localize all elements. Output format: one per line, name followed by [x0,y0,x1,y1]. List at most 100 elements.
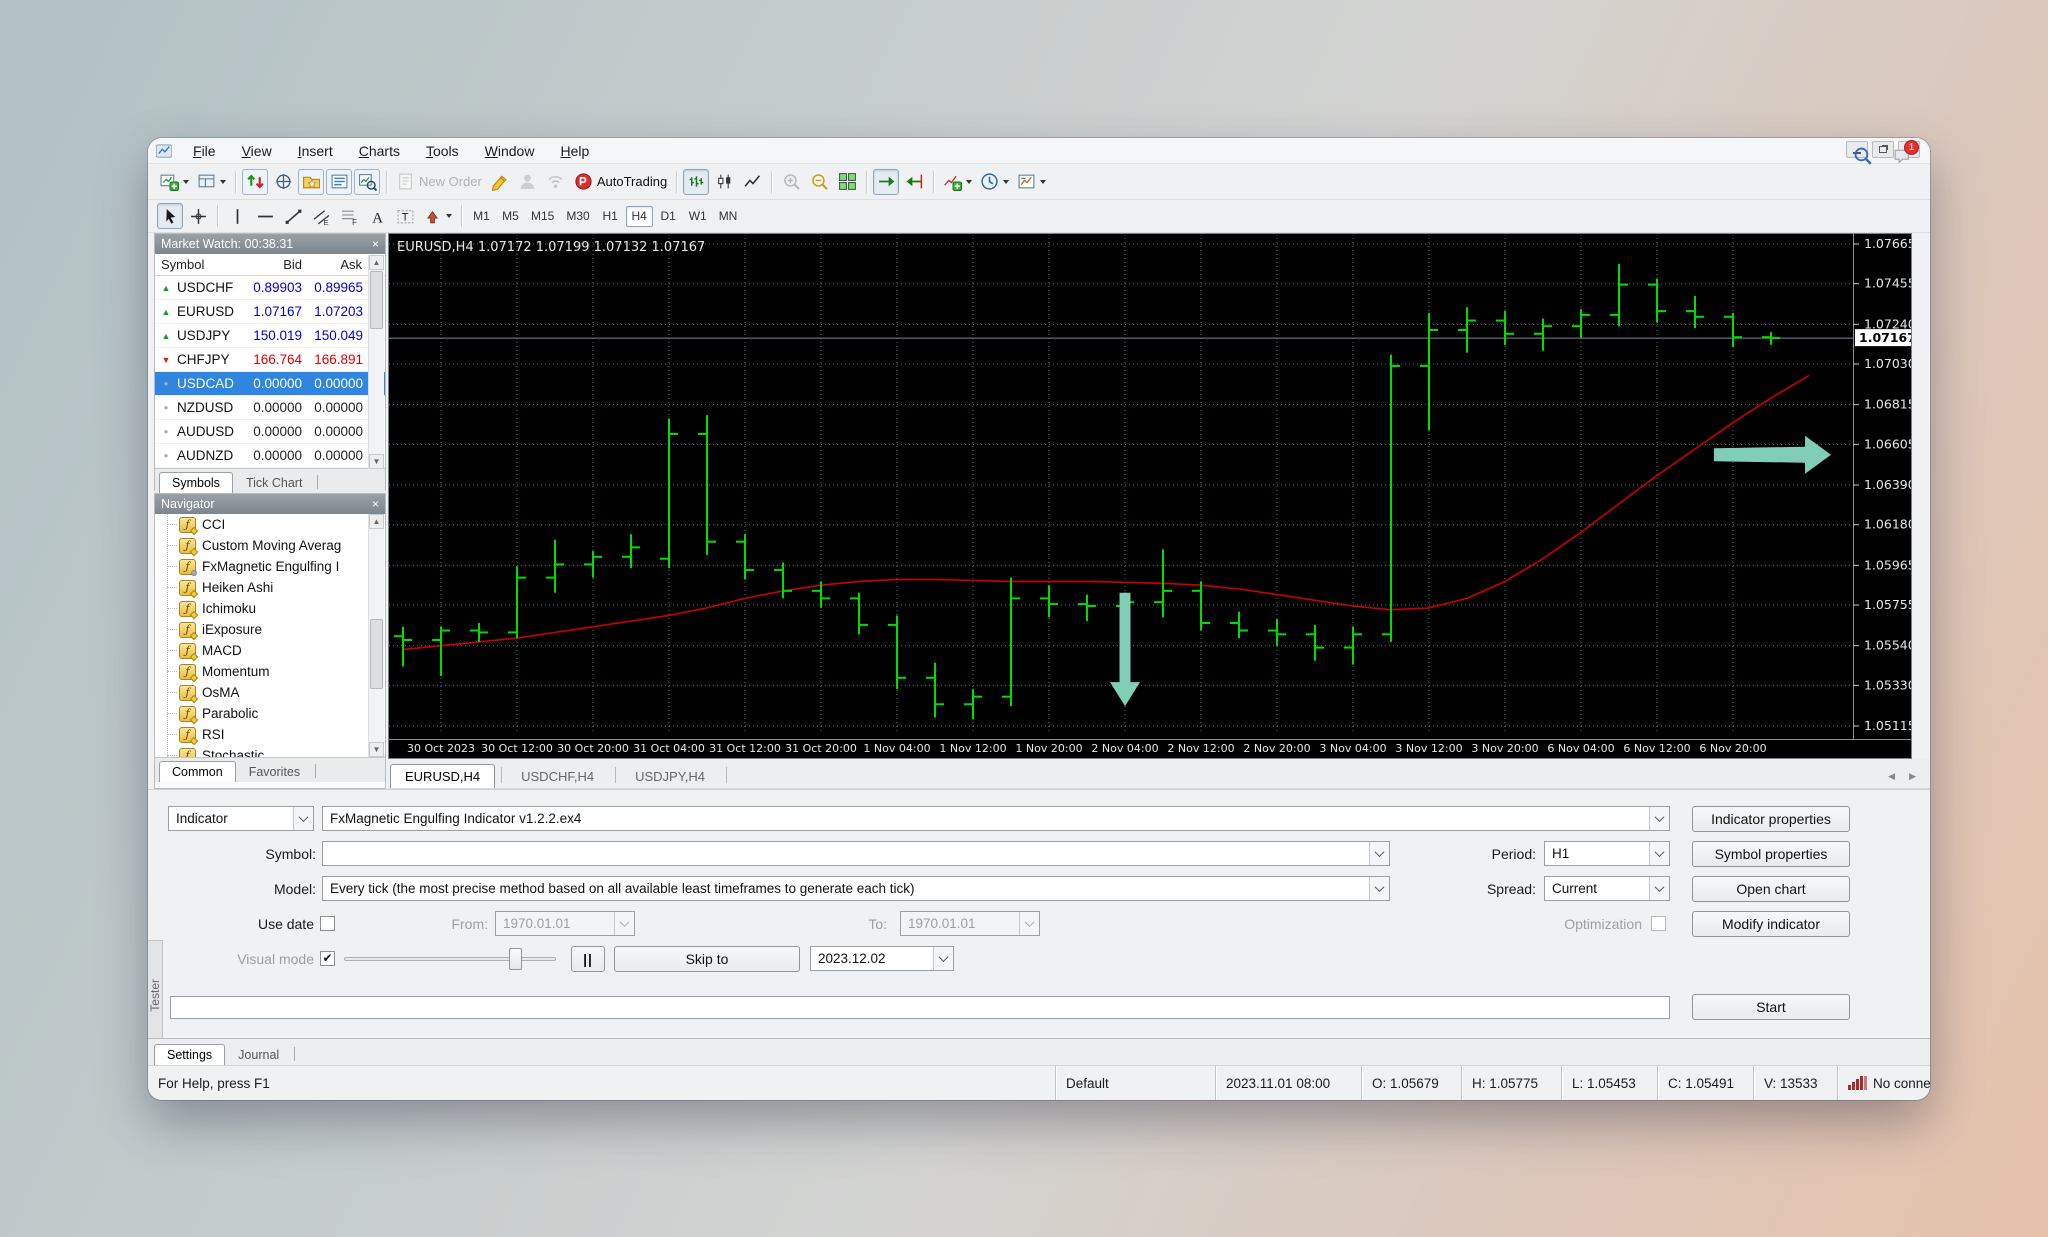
navigator-item-macd[interactable]: ƒMACD [155,640,385,661]
chevron-down-icon[interactable] [1649,842,1669,865]
tab-symbols[interactable]: Symbols [159,472,233,493]
chevron-down-icon[interactable] [1369,842,1389,865]
period-button-m30[interactable]: M30 [561,206,594,227]
period-button-h1[interactable]: H1 [597,206,624,227]
menu-file[interactable]: File [180,140,229,162]
menu-tools[interactable]: Tools [413,140,472,162]
equidistant-channel-button[interactable]: E [308,203,334,229]
arrows-button[interactable] [420,203,455,229]
visual-speed-slider[interactable] [344,946,556,972]
autotrading-button[interactable]: AutoTrading [571,169,670,195]
chevron-down-icon[interactable] [933,947,953,970]
scrollbar-thumb[interactable] [370,271,383,329]
metaeditor-button[interactable] [487,169,513,195]
zoom-out-button[interactable] [806,169,832,195]
tab-scroll-right-icon[interactable]: ▶ [1909,771,1916,782]
skip-to-button[interactable]: Skip to [614,946,800,972]
period-button-m5[interactable]: M5 [497,206,524,227]
visual-mode-checkbox[interactable]: ✔ [320,951,335,966]
data-window-button[interactable] [270,169,296,195]
fibonacci-button[interactable]: F [336,203,362,229]
chart-tab-usdjpy-h4[interactable]: USDJPY,H4 [620,764,720,788]
indicators-button[interactable] [940,169,975,195]
symbol-row-audnzd[interactable]: ●AUDNZD0.000000.00000 [155,444,385,468]
symbol-properties-button[interactable]: Symbol properties [1692,841,1850,867]
symbol-row-nzdusd[interactable]: ●NZDUSD0.000000.00000 [155,396,385,420]
chart-tab-usdchf-h4[interactable]: USDCHF,H4 [506,764,609,788]
auto-scroll-button[interactable] [873,169,899,195]
tester-side-tab[interactable]: Tester [148,940,163,1050]
symbol-row-usdcad[interactable]: ●USDCAD0.000000.00000 [155,372,385,396]
dropdown-caret-icon[interactable] [1040,180,1046,184]
chart-canvas[interactable]: 1.076651.074551.072401.070301.068151.066… [389,234,1911,758]
symbol-row-usdchf[interactable]: ▲USDCHF0.899030.89965 [155,276,385,300]
notifications-button[interactable]: 1 [1889,142,1915,168]
trendline-button[interactable] [280,203,306,229]
terminal-button[interactable] [326,169,352,195]
close-icon[interactable]: × [372,237,379,251]
templates-button[interactable] [1014,169,1049,195]
scroll-down-icon[interactable]: ▼ [369,454,384,469]
period-button-mn[interactable]: MN [714,206,743,227]
start-button[interactable]: Start [1692,994,1850,1020]
slider-thumb[interactable] [509,948,522,970]
symbol-row-eurusd[interactable]: ▲EURUSD1.071671.07203 [155,300,385,324]
dropdown-caret-icon[interactable] [183,180,189,184]
scrollbar-thumb[interactable] [370,619,383,689]
period-select[interactable]: H1 [1544,841,1670,866]
candlestick-chart-button[interactable] [711,169,737,195]
navigator-item-osma[interactable]: ƒOsMA [155,682,385,703]
menu-view[interactable]: View [229,140,285,162]
dropdown-caret-icon[interactable] [446,214,452,218]
period-button-m15[interactable]: M15 [526,206,559,227]
navigator-item-stochastic[interactable]: ƒStochastic [155,745,385,757]
navigator-scrollbar[interactable]: ▲ ▼ [368,514,384,757]
dropdown-caret-icon[interactable] [220,180,226,184]
navigator-button[interactable] [298,169,324,195]
open-chart-button[interactable]: Open chart [1692,876,1850,902]
close-icon[interactable]: × [372,497,379,511]
period-button-h4[interactable]: H4 [626,206,653,227]
text-label-button[interactable]: T [392,203,418,229]
market-watch-button[interactable] [242,169,268,195]
market-watch-scrollbar[interactable]: ▲ ▼ [368,255,384,469]
scroll-up-icon[interactable]: ▲ [369,255,384,270]
symbol-row-chfjpy[interactable]: ▼CHFJPY166.764166.891 [155,348,385,372]
period-button-w1[interactable]: W1 [684,206,712,227]
menu-help[interactable]: Help [547,140,602,162]
model-select[interactable]: Every tick (the most precise method base… [322,876,1390,901]
vertical-line-button[interactable] [224,203,250,229]
tab-tick-chart[interactable]: Tick Chart [233,472,316,493]
tester-type-select[interactable]: Indicator [168,806,314,831]
period-button-m1[interactable]: M1 [468,206,495,227]
symbol-row-audusd[interactable]: ●AUDUSD0.000000.00000 [155,420,385,444]
menu-charts[interactable]: Charts [346,140,413,162]
navigator-item-iexposure[interactable]: ƒiExposure [155,619,385,640]
use-date-checkbox[interactable] [320,916,335,931]
indicator-properties-button[interactable]: Indicator properties [1692,806,1850,832]
symbol-row-usdjpy[interactable]: ▲USDJPY150.019150.049 [155,324,385,348]
tester-tab-settings[interactable]: Settings [154,1044,225,1065]
pause-button[interactable]: || [571,946,605,972]
spread-select[interactable]: Current [1544,876,1670,901]
menu-window[interactable]: Window [472,140,548,162]
navigator-item-momentum[interactable]: ƒMomentum [155,661,385,682]
modify-indicator-button[interactable]: Modify indicator [1692,911,1850,937]
tab-common[interactable]: Common [159,761,236,782]
dropdown-caret-icon[interactable] [1003,180,1009,184]
column-header-symbol[interactable]: Symbol [155,254,247,275]
tester-tab-journal[interactable]: Journal [225,1044,292,1065]
status-profile[interactable]: Default [1055,1066,1215,1100]
period-button-d1[interactable]: D1 [655,206,682,227]
tester-indicator-combo[interactable]: FxMagnetic Engulfing Indicator v1.2.2.ex… [322,806,1670,831]
search-button[interactable] [1849,142,1875,168]
chevron-down-icon[interactable] [1649,877,1669,900]
chevron-down-icon[interactable] [1369,877,1389,900]
navigator-item-fxmagnetic-engulfing-i[interactable]: ƒFxMagnetic Engulfing I [155,556,385,577]
scroll-down-icon[interactable]: ▼ [369,742,384,757]
chevron-down-icon[interactable] [1649,807,1669,830]
cursor-button[interactable] [157,203,183,229]
tile-windows-button[interactable] [834,169,860,195]
horizontal-line-button[interactable] [252,203,278,229]
symbol-combo[interactable] [322,841,1390,866]
